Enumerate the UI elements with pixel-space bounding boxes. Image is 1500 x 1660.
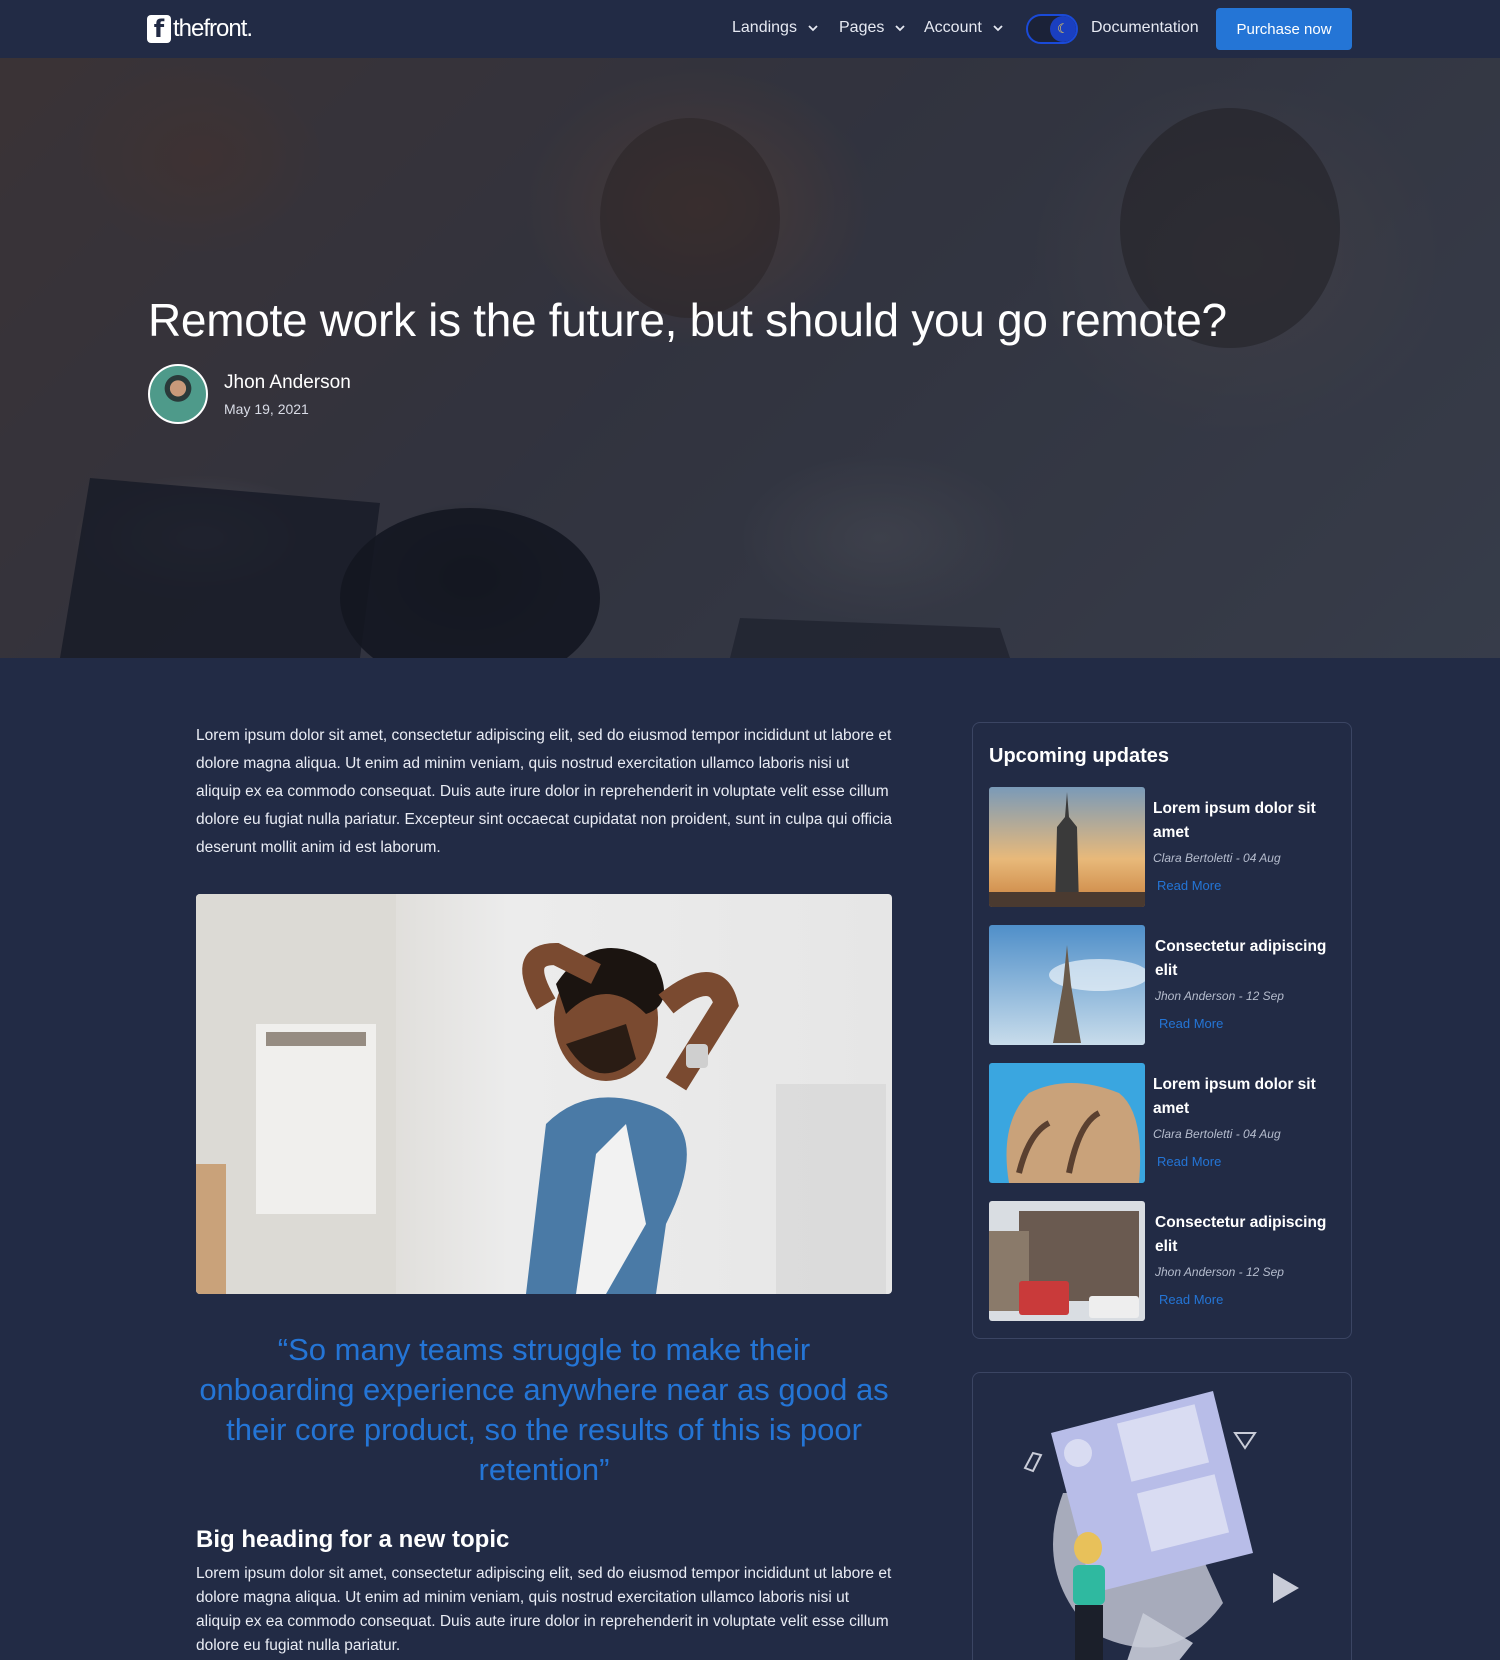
update-meta: Clara Bertoletti - 04 Aug xyxy=(1153,1127,1281,1141)
man-stretching-illustration xyxy=(196,894,886,1294)
nav-account-label: Account xyxy=(924,19,982,36)
nav-pages[interactable]: Pages xyxy=(839,19,906,37)
read-more-link[interactable]: Read More xyxy=(1157,878,1221,893)
logo-icon: f xyxy=(147,15,171,43)
nav-documentation[interactable]: Documentation xyxy=(1091,19,1199,37)
purchase-button[interactable]: Purchase now xyxy=(1216,8,1352,50)
article-image xyxy=(196,894,892,1294)
section-body: Lorem ipsum dolor sit amet, consectetur … xyxy=(196,1565,892,1654)
logo[interactable]: f thefront. xyxy=(147,14,253,44)
upcoming-updates-card: Upcoming updates Lorem ipsum dolor sit a… xyxy=(972,722,1352,1339)
list-item: Lorem ipsum dolor sit amet Clara Bertole… xyxy=(989,1063,1339,1183)
nav-pages-label: Pages xyxy=(839,19,885,36)
top-navbar: f thefront. Landings Pages Account ☾ Doc… xyxy=(0,0,1500,58)
read-more-link[interactable]: Read More xyxy=(1157,1154,1221,1169)
update-title[interactable]: Consectetur adipiscing elit xyxy=(1155,1211,1335,1259)
pull-quote: “So many teams struggle to make their on… xyxy=(199,1332,889,1487)
update-title[interactable]: Consectetur adipiscing elit xyxy=(1155,935,1335,983)
article-title: Remote work is the future, but should yo… xyxy=(148,294,1227,346)
article-intro: Lorem ipsum dolor sit amet, consectetur … xyxy=(196,727,892,856)
list-item: Consectetur adipiscing elit Jhon Anderso… xyxy=(989,1201,1339,1321)
hero-background-image xyxy=(60,108,1340,658)
card-title: Upcoming updates xyxy=(989,745,1170,767)
promo-illustration-card xyxy=(972,1372,1352,1660)
update-thumbnail[interactable] xyxy=(989,925,1145,1045)
read-more-link[interactable]: Read More xyxy=(1159,1016,1223,1031)
update-meta: Clara Bertoletti - 04 Aug xyxy=(1153,851,1281,865)
nav-documentation-label: Documentation xyxy=(1091,19,1199,36)
update-meta: Jhon Anderson - 12 Sep xyxy=(1155,1265,1284,1279)
list-item: Lorem ipsum dolor sit amet Clara Bertole… xyxy=(989,787,1339,907)
person-holding-document-illustration xyxy=(1023,1391,1299,1660)
hero-banner: Remote work is the future, but should yo… xyxy=(0,58,1500,658)
publish-date: May 19, 2021 xyxy=(224,401,309,417)
nav-landings[interactable]: Landings xyxy=(732,19,819,37)
moon-icon: ☾ xyxy=(1050,16,1076,42)
section-heading: Big heading for a new topic xyxy=(196,1526,510,1553)
chevron-down-icon xyxy=(808,25,818,32)
author-avatar xyxy=(148,364,208,424)
update-thumbnail[interactable] xyxy=(989,1201,1145,1321)
list-item: Consectetur adipiscing elit Jhon Anderso… xyxy=(989,925,1339,1045)
logo-text: thefront. xyxy=(173,15,253,42)
update-thumbnail[interactable] xyxy=(989,787,1145,907)
update-meta: Jhon Anderson - 12 Sep xyxy=(1155,989,1284,1003)
nav-account[interactable]: Account xyxy=(924,19,1004,37)
theme-toggle[interactable]: ☾ xyxy=(1026,14,1078,44)
update-title[interactable]: Lorem ipsum dolor sit amet xyxy=(1153,797,1333,845)
chevron-down-icon xyxy=(895,25,906,32)
read-more-link[interactable]: Read More xyxy=(1159,1292,1223,1307)
update-thumbnail[interactable] xyxy=(989,1063,1145,1183)
chevron-down-icon xyxy=(993,25,1003,32)
author-name[interactable]: Jhon Anderson xyxy=(224,372,351,394)
update-title[interactable]: Lorem ipsum dolor sit amet xyxy=(1153,1073,1333,1121)
nav-landings-label: Landings xyxy=(732,19,797,36)
